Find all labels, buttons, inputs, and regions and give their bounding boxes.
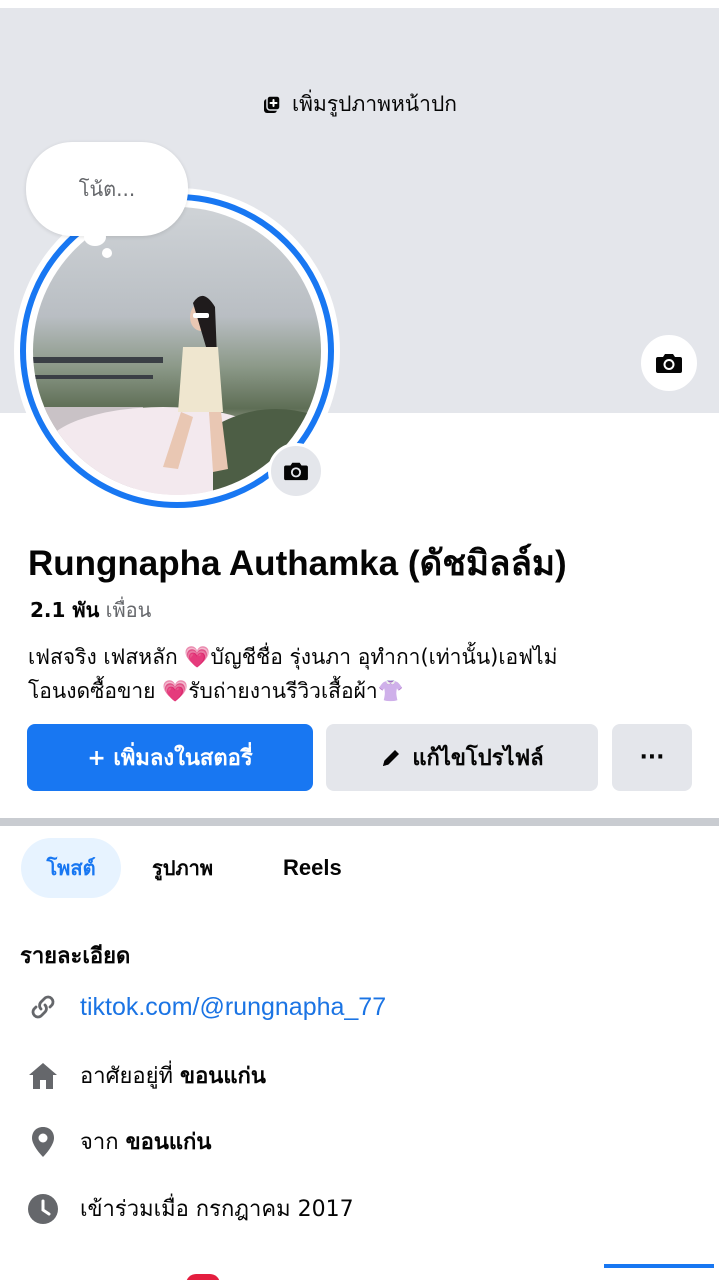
more-options-label: ··· — [639, 745, 665, 770]
tiktok-link[interactable]: tiktok.com/@rungnapha_77 — [80, 993, 386, 1022]
from-prefix: จาก — [80, 1130, 119, 1155]
tab-reels[interactable]: Reels — [283, 838, 342, 898]
pencil-icon — [383, 749, 400, 766]
edit-profile-button[interactable]: แก้ไขโปรไฟล์ — [326, 724, 598, 791]
joined-text: เข้าร่วมเมื่อ กรกฎาคม 2017 — [80, 1197, 354, 1222]
friends-count[interactable]: 2.1 พัน เพื่อน — [30, 594, 151, 626]
add-to-story-button[interactable]: + เพิ่มลงในสตอรี่ — [27, 724, 313, 791]
profile-bio: เฟสจริง เฟสหลัก 💗บัญชีชื่อ รุ่งนภา อุทำก… — [28, 640, 698, 708]
profile-name: Rungnapha Authamka (ดัชมิลล์ม) — [28, 544, 567, 583]
add-to-story-label: + เพิ่มลงในสตอรี่ — [87, 746, 253, 771]
note-bubble-tail — [84, 228, 106, 246]
home-icon — [26, 1059, 60, 1093]
section-divider — [0, 818, 719, 826]
bottom-nav-active-indicator — [604, 1264, 714, 1268]
detail-joined-row: เข้าร่วมเมื่อ กรกฎาคม 2017 — [26, 1191, 354, 1226]
from-place: ขอนแก่น — [125, 1130, 212, 1155]
camera-icon — [656, 354, 682, 373]
detail-lives-row: อาศัยอยู่ที่ ขอนแก่น — [26, 1058, 266, 1093]
cover-camera-button[interactable] — [639, 333, 699, 393]
tab-photos[interactable]: รูปภาพ — [152, 838, 213, 898]
lives-prefix: อาศัยอยู่ที่ — [80, 1064, 174, 1089]
friends-count-value: 2.1 พัน — [30, 598, 100, 622]
add-cover-photo-label: เพิ่มรูปภาพหน้าปก — [292, 92, 457, 116]
avatar-camera-button[interactable] — [268, 443, 324, 499]
details-title: รายละเอียด — [20, 944, 131, 969]
friends-count-label: เพื่อน — [105, 598, 152, 622]
lives-place: ขอนแก่น — [180, 1064, 266, 1089]
tab-posts[interactable]: โพสต์ — [21, 838, 121, 898]
add-cover-photo-button[interactable]: เพิ่มรูปภาพหน้าปก — [0, 88, 719, 121]
detail-link-row[interactable]: tiktok.com/@rungnapha_77 — [26, 990, 386, 1024]
clock-icon — [26, 1192, 60, 1226]
note-bubble[interactable]: โน้ต... — [26, 142, 188, 236]
more-options-button[interactable]: ··· — [612, 724, 692, 791]
bottom-nav-badge — [186, 1274, 220, 1280]
tab-posts-label: โพสต์ — [46, 856, 96, 880]
link-icon — [26, 990, 60, 1024]
add-photo-icon — [264, 94, 281, 113]
tab-photos-label: รูปภาพ — [152, 856, 214, 880]
camera-icon — [284, 462, 308, 481]
note-bubble-tail-dot — [102, 248, 112, 258]
edit-profile-label: แก้ไขโปรไฟล์ — [412, 746, 544, 771]
bio-line: เฟสจริง เฟสหลัก 💗บัญชีชื่อ รุ่งนภา อุทำก… — [28, 645, 558, 669]
detail-from-row: จาก ขอนแก่น — [26, 1124, 211, 1159]
location-pin-icon — [26, 1125, 60, 1159]
bio-line: โอนงดซื้อขาย 💗รับถ่ายงานรีวิวเสื้อผ้า👚 — [28, 679, 404, 703]
tab-reels-label: Reels — [283, 855, 342, 880]
note-placeholder: โน้ต... — [78, 177, 136, 201]
